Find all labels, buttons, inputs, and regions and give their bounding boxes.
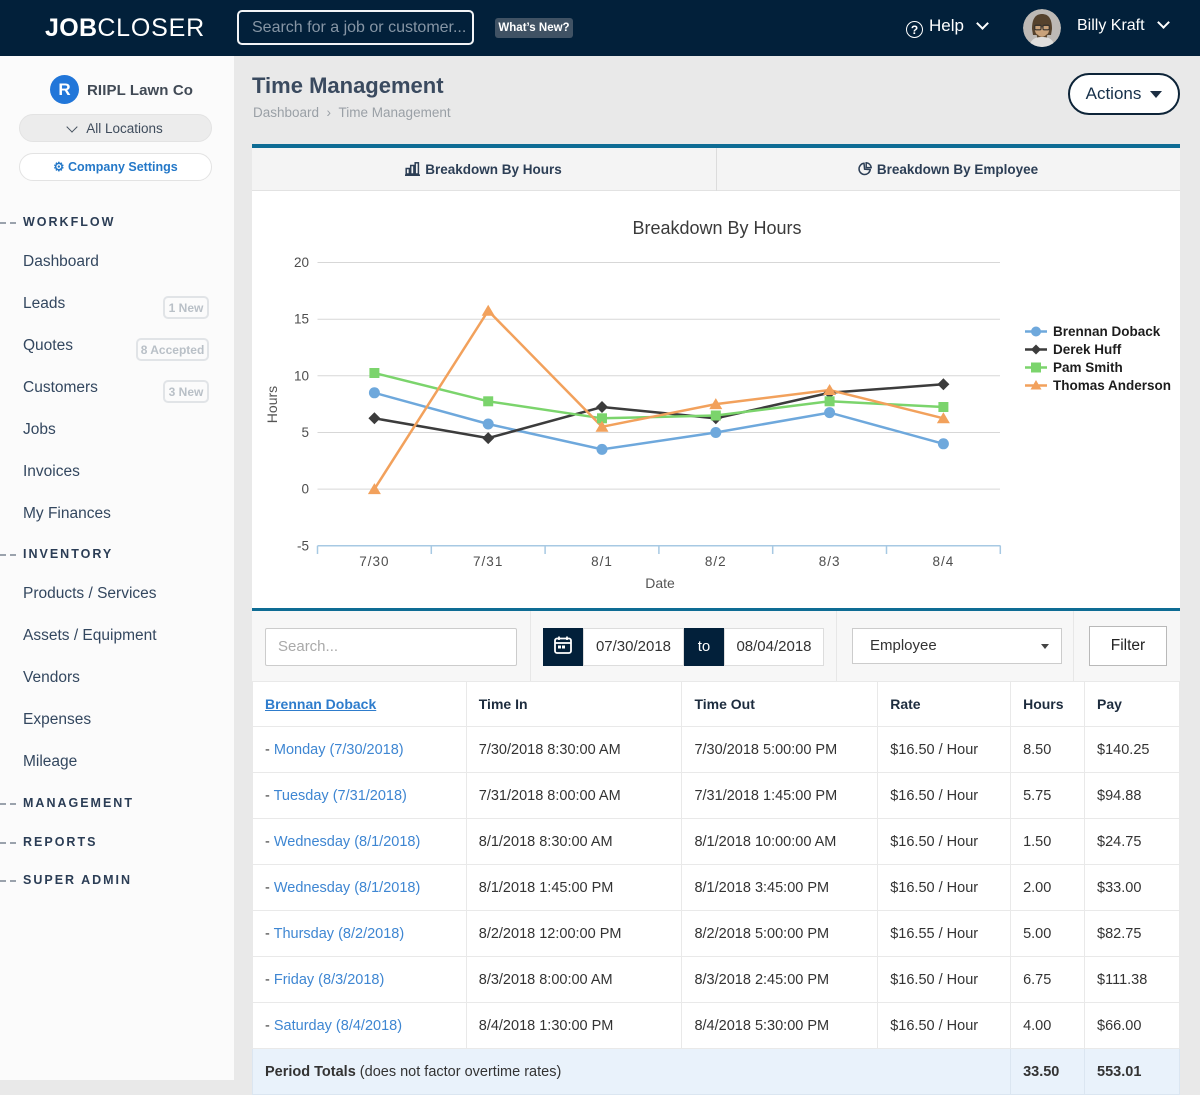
svg-text:Derek Huff: Derek Huff — [1053, 342, 1122, 357]
svg-text:15: 15 — [294, 311, 309, 326]
svg-text:Breakdown By Hours: Breakdown By Hours — [632, 218, 801, 238]
svg-text:8/1: 8/1 — [591, 554, 613, 569]
svg-text:Brennan Doback: Brennan Doback — [1053, 324, 1161, 339]
svg-text:Date: Date — [645, 575, 675, 591]
svg-text:10: 10 — [294, 368, 309, 383]
svg-text:20: 20 — [294, 255, 309, 270]
svg-text:Thomas Anderson: Thomas Anderson — [1053, 378, 1171, 393]
svg-text:5: 5 — [301, 425, 309, 440]
svg-text:8/3: 8/3 — [819, 554, 841, 569]
svg-text:7/31: 7/31 — [473, 554, 503, 569]
svg-text:0: 0 — [301, 481, 309, 496]
svg-text:8/4: 8/4 — [933, 554, 955, 569]
svg-text:-5: -5 — [297, 538, 309, 553]
svg-text:Pam Smith: Pam Smith — [1053, 360, 1123, 375]
svg-text:7/30: 7/30 — [359, 554, 389, 569]
svg-text:8/2: 8/2 — [705, 554, 727, 569]
svg-text:Hours: Hours — [264, 385, 280, 422]
